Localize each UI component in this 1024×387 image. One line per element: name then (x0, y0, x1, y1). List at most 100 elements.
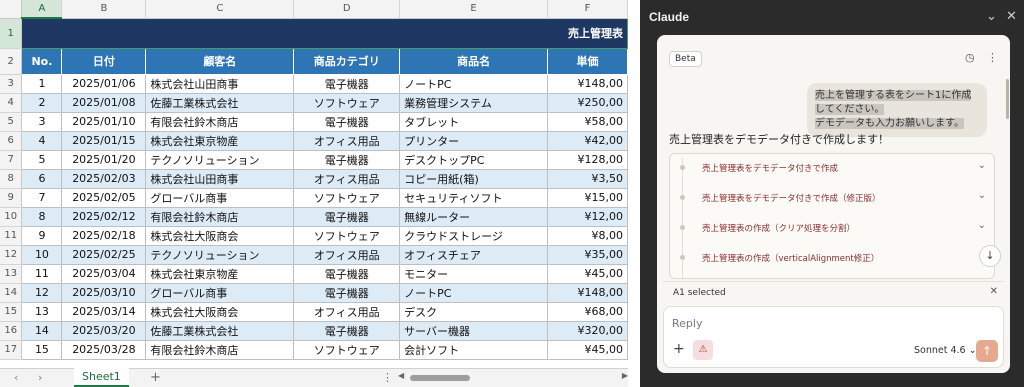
cell-date[interactable]: 2025/02/05 (61, 188, 147, 208)
cell-date[interactable]: 2025/02/18 (61, 226, 147, 246)
cell-product[interactable]: セキュリティソフト (399, 188, 549, 208)
cell-date[interactable]: 2025/03/04 (61, 264, 147, 284)
cell-customer[interactable]: 株式会社山田商事 (145, 74, 295, 94)
more-options-icon[interactable]: ⋮ (382, 371, 393, 384)
cell-no[interactable]: 7 (21, 188, 63, 208)
cell-no[interactable]: 12 (21, 283, 63, 303)
row-header[interactable]: 7 (0, 150, 23, 170)
header-cell-no[interactable]: No. (21, 48, 63, 75)
cell-date[interactable]: 2025/03/28 (61, 340, 147, 360)
cell-date[interactable]: 2025/01/08 (61, 93, 147, 113)
cell-no[interactable]: 1 (21, 74, 63, 94)
cell-customer[interactable]: 佐藤工業株式会社 (145, 321, 295, 341)
column-header-a[interactable]: A (21, 0, 63, 19)
cell-customer[interactable]: 有限会社鈴木商店 (145, 340, 295, 360)
horizontal-scroll-thumb[interactable] (410, 375, 470, 381)
cell-date[interactable]: 2025/01/06 (61, 74, 147, 94)
cell-unit-price[interactable]: ¥3,50 (547, 169, 628, 189)
cell-customer[interactable]: 株式会社山田商事 (145, 169, 295, 189)
horizontal-scrollbar[interactable]: ◀ ▶ (398, 371, 628, 383)
header-cell-customer[interactable]: 顧客名 (145, 48, 295, 75)
cell-unit-price[interactable]: ¥45,00 (547, 340, 628, 360)
cell-no[interactable]: 11 (21, 264, 63, 284)
next-sheet-icon[interactable]: › (38, 371, 42, 384)
cell-category[interactable]: 電子機器 (293, 283, 401, 303)
row-header[interactable]: 2 (0, 48, 23, 75)
row-header[interactable]: 8 (0, 169, 23, 189)
tool-step[interactable]: 売上管理表をデモデータ付きで作成 ⌄ (670, 154, 994, 182)
column-header-f[interactable]: F (547, 0, 628, 19)
cell-unit-price[interactable]: ¥8,00 (547, 226, 628, 246)
cell-date[interactable]: 2025/03/10 (61, 283, 147, 303)
cell-category[interactable]: ソフトウェア (293, 226, 401, 246)
cell-unit-price[interactable]: ¥12,00 (547, 207, 628, 227)
cell-category[interactable]: 電子機器 (293, 112, 401, 132)
scroll-right-icon[interactable]: ▶ (622, 371, 628, 380)
cell-customer[interactable]: グローバル商事 (145, 283, 295, 303)
cell-category[interactable]: ソフトウェア (293, 340, 401, 360)
header-cell-product[interactable]: 商品名 (399, 48, 549, 75)
cell-unit-price[interactable]: ¥128,00 (547, 150, 628, 170)
tool-step[interactable]: 売上管理表の作成（verticalAlignment修正） ⌄ (670, 244, 994, 272)
reply-input[interactable] (672, 315, 972, 331)
column-header-d[interactable]: D (293, 0, 401, 19)
cell-category[interactable]: ソフトウェア (293, 188, 401, 208)
cell-unit-price[interactable]: ¥250,00 (547, 93, 628, 113)
cell-category[interactable]: 電子機器 (293, 150, 401, 170)
plus-icon[interactable]: + (673, 341, 685, 357)
row-header[interactable]: 3 (0, 74, 23, 94)
sheet-tab[interactable]: Sheet1 (74, 368, 129, 387)
row-header[interactable]: 15 (0, 302, 23, 322)
row-header[interactable]: 13 (0, 264, 23, 284)
cell-no[interactable]: 15 (21, 340, 63, 360)
chevron-down-icon[interactable]: ⌄ (978, 160, 986, 171)
cell-unit-price[interactable]: ¥15,00 (547, 188, 628, 208)
row-header[interactable]: 12 (0, 245, 23, 265)
cell-category[interactable]: 電子機器 (293, 321, 401, 341)
cell-category[interactable]: オフィス用品 (293, 245, 401, 265)
cell-unit-price[interactable]: ¥320,00 (547, 321, 628, 341)
cell-product[interactable]: 業務管理システム (399, 93, 549, 113)
cell-customer[interactable]: 有限会社鈴木商店 (145, 112, 295, 132)
cell-product[interactable]: 無線ルーター (399, 207, 549, 227)
cell-unit-price[interactable]: ¥148,00 (547, 74, 628, 94)
cell-product[interactable]: デスクトップPC (399, 150, 549, 170)
cell-customer[interactable]: 株式会社大阪商会 (145, 302, 295, 322)
cell-product[interactable]: クラウドストレージ (399, 226, 549, 246)
cell-customer[interactable]: 株式会社東京物産 (145, 131, 295, 151)
cell-customer[interactable]: テクノソリューション (145, 150, 295, 170)
cell-no[interactable]: 5 (21, 150, 63, 170)
model-select[interactable]: Sonnet 4.6 ⌄ (914, 345, 977, 356)
cell-product[interactable]: プリンター (399, 131, 549, 151)
select-all-corner[interactable] (0, 0, 23, 19)
close-icon[interactable]: ✕ (1006, 9, 1017, 24)
cell-category[interactable]: 電子機器 (293, 264, 401, 284)
add-sheet-button[interactable]: + (150, 370, 161, 385)
prev-sheet-icon[interactable]: ‹ (14, 371, 18, 384)
header-cell-category[interactable]: 商品カテゴリ (293, 48, 401, 75)
cell-date[interactable]: 2025/01/10 (61, 112, 147, 132)
send-button[interactable]: ↑ (976, 340, 998, 362)
cell-product[interactable]: オフィスチェア (399, 245, 549, 265)
cell-date[interactable]: 2025/02/25 (61, 245, 147, 265)
cell-product[interactable]: サーバー機器 (399, 321, 549, 341)
row-header[interactable]: 4 (0, 93, 23, 113)
cell-category[interactable]: 電子機器 (293, 74, 401, 94)
cell-date[interactable]: 2025/02/03 (61, 169, 147, 189)
cell-customer[interactable]: テクノソリューション (145, 245, 295, 265)
more-menu-icon[interactable]: ⋮ (987, 51, 998, 64)
cell-unit-price[interactable]: ¥42,00 (547, 131, 628, 151)
row-header[interactable]: 9 (0, 188, 23, 208)
column-header-e[interactable]: E (399, 0, 549, 19)
cell-date[interactable]: 2025/02/12 (61, 207, 147, 227)
cell-product[interactable]: ノートPC (399, 283, 549, 303)
cell-unit-price[interactable]: ¥35,00 (547, 245, 628, 265)
column-header-b[interactable]: B (61, 0, 147, 19)
cell-product[interactable]: タブレット (399, 112, 549, 132)
cell-no[interactable]: 9 (21, 226, 63, 246)
cell-customer[interactable]: 株式会社東京物産 (145, 264, 295, 284)
cell-customer[interactable]: 株式会社大阪商会 (145, 226, 295, 246)
cell-product[interactable]: ノートPC (399, 74, 549, 94)
header-cell-unit-price[interactable]: 単価 (547, 48, 628, 75)
chat-scrollbar[interactable] (1006, 79, 1009, 119)
